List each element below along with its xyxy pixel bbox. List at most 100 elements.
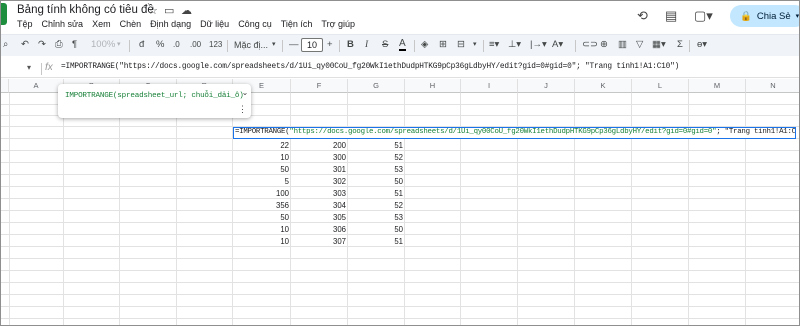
comments-icon[interactable]: ▤: [665, 9, 677, 23]
input-tools-icon[interactable]: ɵ▾: [697, 39, 707, 51]
strikethrough-button[interactable]: S: [382, 39, 388, 51]
star-icon[interactable]: ☆: [148, 4, 158, 17]
italic-button[interactable]: I: [365, 39, 368, 51]
cell-e3[interactable]: 50: [234, 164, 289, 175]
document-title[interactable]: Bảng tính không có tiêu đề: [17, 4, 154, 16]
functions-button[interactable]: Σ: [677, 39, 683, 51]
move-folder-icon[interactable]: ▭: [164, 4, 174, 17]
cell-e5[interactable]: 100: [234, 188, 289, 199]
increase-decimal-button[interactable]: .00: [190, 39, 201, 51]
menu-bar: Tệp Chỉnh sửa Xem Chèn Định dạng Dữ liệu…: [17, 19, 355, 29]
horizontal-align-icon[interactable]: ≡▾: [489, 39, 499, 51]
name-box-chevron-icon[interactable]: ▾: [27, 63, 31, 72]
sheets-logo-icon[interactable]: [1, 3, 7, 25]
more-formats-button[interactable]: 123: [209, 39, 222, 51]
cell-g4[interactable]: 50: [348, 176, 403, 187]
menu-edit[interactable]: Chỉnh sửa: [42, 19, 84, 29]
menu-file[interactable]: Tệp: [17, 19, 33, 29]
cell-g1[interactable]: 51: [348, 140, 403, 151]
cell-g9[interactable]: 51: [348, 236, 403, 247]
cell-g5[interactable]: 51: [348, 188, 403, 199]
text-rotation-icon[interactable]: A▾: [552, 39, 563, 51]
cell-e6[interactable]: 356: [234, 200, 289, 211]
fill-color-icon[interactable]: ◈: [421, 39, 428, 51]
bold-button[interactable]: B: [347, 39, 354, 51]
decrease-font-size-icon[interactable]: —: [289, 39, 299, 51]
font-size-input[interactable]: 10: [301, 38, 323, 52]
currency-format-button[interactable]: đ: [139, 39, 144, 51]
col-header-g[interactable]: G: [348, 79, 405, 93]
meet-icon[interactable]: ▢▾: [694, 9, 713, 23]
redo-icon[interactable]: ↷: [38, 39, 46, 51]
menu-tools[interactable]: Công cụ: [238, 19, 272, 29]
cell-f6[interactable]: 304: [291, 200, 346, 211]
font-chevron-icon[interactable]: ▾: [272, 39, 276, 51]
cell-g2[interactable]: 52: [348, 152, 403, 163]
menu-insert[interactable]: Chèn: [120, 19, 142, 29]
text-wrapping-icon[interactable]: |→▾: [530, 39, 547, 51]
search-menus-icon[interactable]: ⌕: [3, 39, 8, 51]
decrease-decimal-button[interactable]: .0: [173, 39, 180, 51]
lock-icon: 🔒: [740, 10, 752, 22]
col-header-m[interactable]: M: [689, 79, 746, 93]
font-family-select[interactable]: Mặc đị...: [234, 39, 268, 51]
cell-f9[interactable]: 307: [291, 236, 346, 247]
cell-g8[interactable]: 50: [348, 224, 403, 235]
cell-g3[interactable]: 53: [348, 164, 403, 175]
increase-font-size-icon[interactable]: +: [327, 39, 333, 51]
insert-comment-icon[interactable]: ⊕: [600, 39, 608, 51]
vertical-align-icon[interactable]: ⊥▾: [508, 39, 521, 51]
cell-f1[interactable]: 200: [291, 140, 346, 151]
col-header-h[interactable]: H: [405, 79, 461, 93]
cell-g7[interactable]: 53: [348, 212, 403, 223]
insert-link-icon[interactable]: ⊂⊃: [582, 39, 598, 51]
active-cell-editor[interactable]: =IMPORTRANGE("https://docs.google.com/sp…: [233, 127, 796, 139]
menu-help[interactable]: Trợ giúp: [321, 19, 355, 29]
cell-e2[interactable]: 10: [234, 152, 289, 163]
cell-f5[interactable]: 303: [291, 188, 346, 199]
col-header-l[interactable]: L: [632, 79, 689, 93]
insert-chart-icon[interactable]: ▥: [618, 39, 627, 51]
col-header-j[interactable]: J: [518, 79, 575, 93]
formula-input[interactable]: =IMPORTRANGE("https://docs.google.com/sp…: [61, 63, 679, 71]
text-color-button[interactable]: A: [399, 39, 406, 51]
cell-e9[interactable]: 10: [234, 236, 289, 247]
zoom-chevron-icon[interactable]: ▾: [117, 39, 121, 51]
menu-extensions[interactable]: Tiện ích: [281, 19, 313, 29]
history-icon[interactable]: ⟲: [637, 9, 648, 23]
paint-format-icon[interactable]: ¶: [72, 39, 77, 51]
filter-views-icon[interactable]: ▦▾: [652, 39, 666, 51]
col-header-i[interactable]: I: [461, 79, 518, 93]
percent-format-button[interactable]: %: [156, 39, 164, 51]
cell-e7[interactable]: 50: [234, 212, 289, 223]
print-icon[interactable]: ⎙: [55, 39, 63, 51]
formula-range-arg: ; "Trang tính1!A1:C10"): [716, 128, 796, 136]
merge-cells-icon[interactable]: ⊟: [457, 39, 465, 51]
cell-f3[interactable]: 301: [291, 164, 346, 175]
filter-icon[interactable]: ▽: [636, 39, 643, 51]
cloud-status-icon[interactable]: ☁: [181, 4, 192, 17]
cell-e8[interactable]: 10: [234, 224, 289, 235]
share-button[interactable]: 🔒 Chia Sẻ ▾: [730, 5, 799, 27]
cell-e4[interactable]: 5: [234, 176, 289, 187]
merge-chevron-icon[interactable]: ▾: [473, 39, 477, 51]
cell-e1[interactable]: 22: [234, 140, 289, 151]
menu-view[interactable]: Xem: [92, 19, 111, 29]
borders-icon[interactable]: ⊞: [439, 39, 447, 51]
col-header-f[interactable]: F: [291, 79, 348, 93]
cell-f4[interactable]: 302: [291, 176, 346, 187]
cell-f2[interactable]: 300: [291, 152, 346, 163]
cell-f7[interactable]: 305: [291, 212, 346, 223]
cell-g6[interactable]: 52: [348, 200, 403, 211]
col-header-k[interactable]: K: [575, 79, 632, 93]
cell-f8[interactable]: 306: [291, 224, 346, 235]
menu-data[interactable]: Dữ liệu: [200, 19, 229, 29]
select-all-corner[interactable]: [1, 79, 9, 93]
undo-icon[interactable]: ↶: [21, 39, 29, 51]
col-header-a[interactable]: A: [9, 79, 64, 93]
zoom-select[interactable]: 100%: [91, 39, 115, 51]
col-header-n[interactable]: N: [746, 79, 799, 93]
menu-format[interactable]: Định dạng: [150, 19, 191, 29]
expand-help-chevron-icon[interactable]: ⌄: [240, 88, 250, 98]
more-options-icon[interactable]: ⋮: [238, 104, 247, 115]
